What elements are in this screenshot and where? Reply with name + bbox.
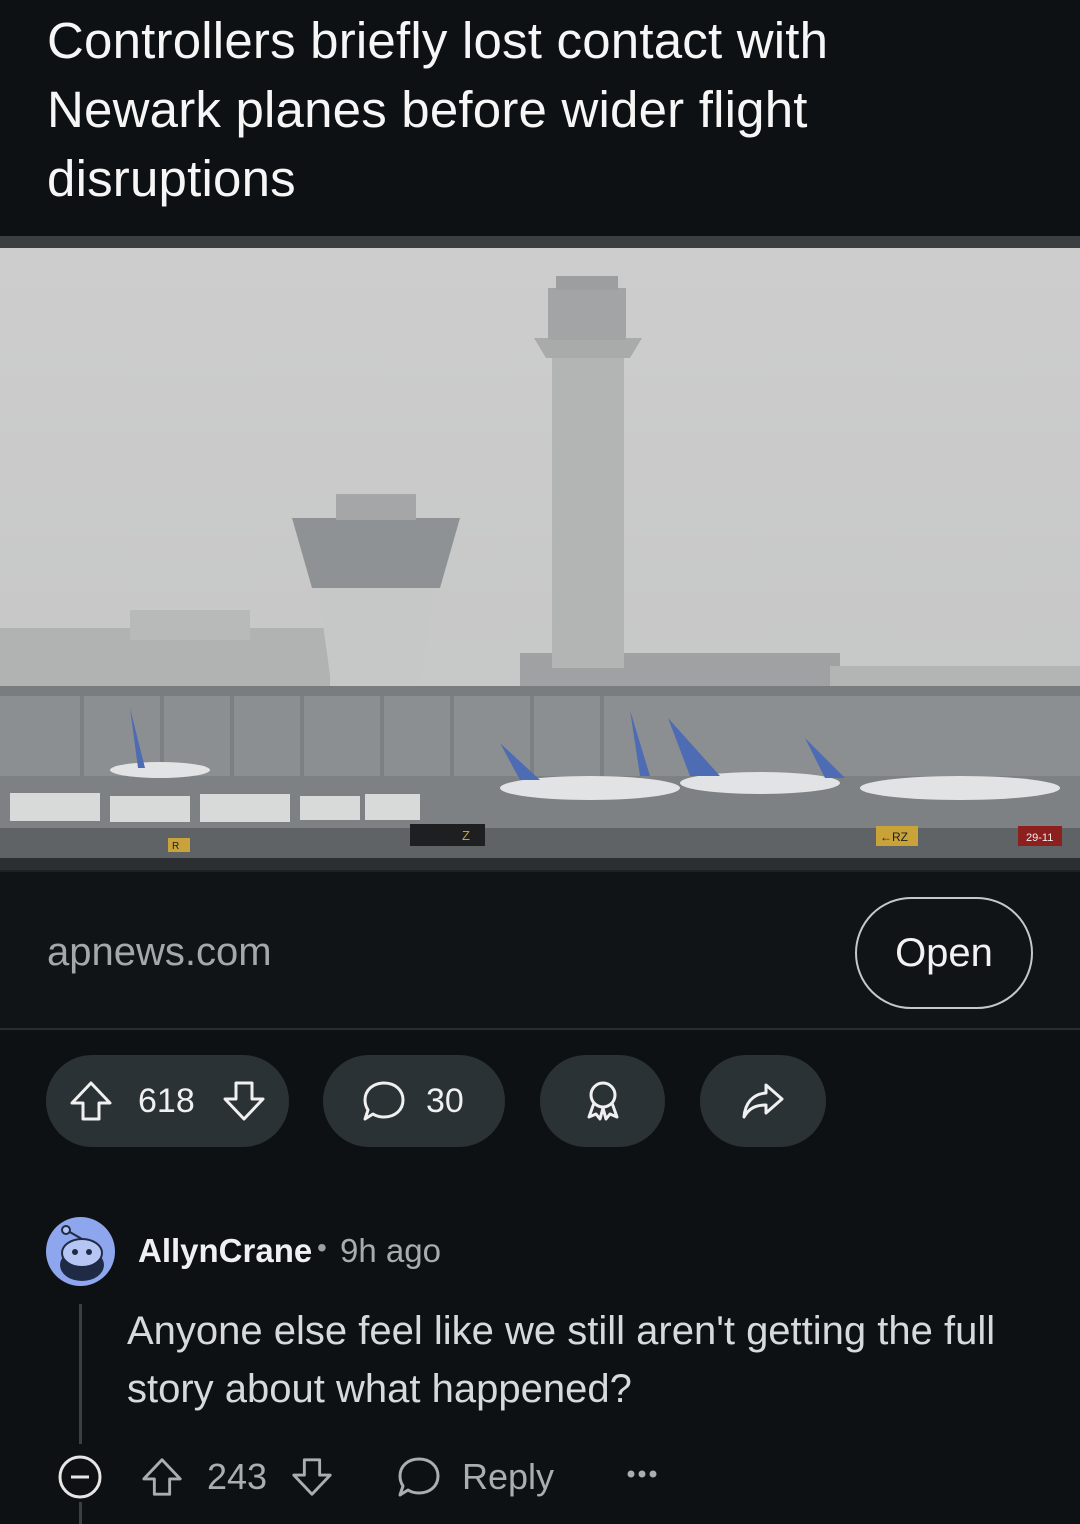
share-button[interactable] [700,1055,826,1147]
reply-bubble-icon [398,1457,440,1497]
post-image[interactable]: Z R ←RZ 29-11 [0,248,1080,870]
comment-body: Anyone else feel like we still aren't ge… [127,1309,996,1411]
post-action-bar: 618 30 [0,1055,1080,1147]
comment-upvote-icon[interactable] [140,1455,184,1499]
sign-29-11: 29-11 [1026,832,1053,844]
comment: AllynCrane • 9h ago Anyone else feel lik… [0,1212,1080,1524]
sign-rz: ←RZ [880,830,908,844]
more-options-icon[interactable] [626,1468,658,1480]
award-button[interactable] [540,1055,665,1147]
reply-label: Reply [462,1456,555,1497]
sign-z: Z [462,828,470,843]
reply-button[interactable]: Reply [396,1452,554,1502]
collapse-thread-icon[interactable] [57,1454,103,1500]
header-divider [0,236,1080,248]
comment-timestamp: 9h ago [340,1232,441,1269]
vote-pill: 618 [46,1055,289,1147]
snoo-avatar-icon [60,1225,104,1281]
link-preview-bar: apnews.com Open [0,870,1080,1030]
comment-author[interactable]: AllynCrane [138,1232,312,1270]
downvote-icon[interactable] [221,1079,267,1123]
post-vote-count: 618 [138,1082,195,1120]
award-icon [587,1081,618,1121]
comments-button[interactable]: 30 [323,1055,505,1147]
comment-action-bar: 243 Reply [0,1448,1080,1504]
open-link-button[interactable]: Open [855,897,1033,1009]
post-header: Controllers briefly lost contact with Ne… [0,0,1080,236]
speech-bubble-icon [363,1081,405,1121]
meta-separator: • [317,1232,327,1263]
sign-r: R [172,841,179,852]
comment-vote-count: 243 [207,1456,268,1497]
post-title: Controllers briefly lost contact with Ne… [47,12,829,207]
thread-line-continuation [79,1502,82,1524]
share-arrow-icon [742,1083,784,1119]
link-domain[interactable]: apnews.com [47,930,272,975]
thread-line[interactable] [79,1304,82,1444]
avatar[interactable] [46,1217,115,1286]
comment-count: 30 [426,1082,464,1120]
upvote-icon[interactable] [68,1079,114,1123]
airport-photo: Z R ←RZ 29-11 [0,248,1080,870]
comment-downvote-icon[interactable] [290,1455,334,1499]
